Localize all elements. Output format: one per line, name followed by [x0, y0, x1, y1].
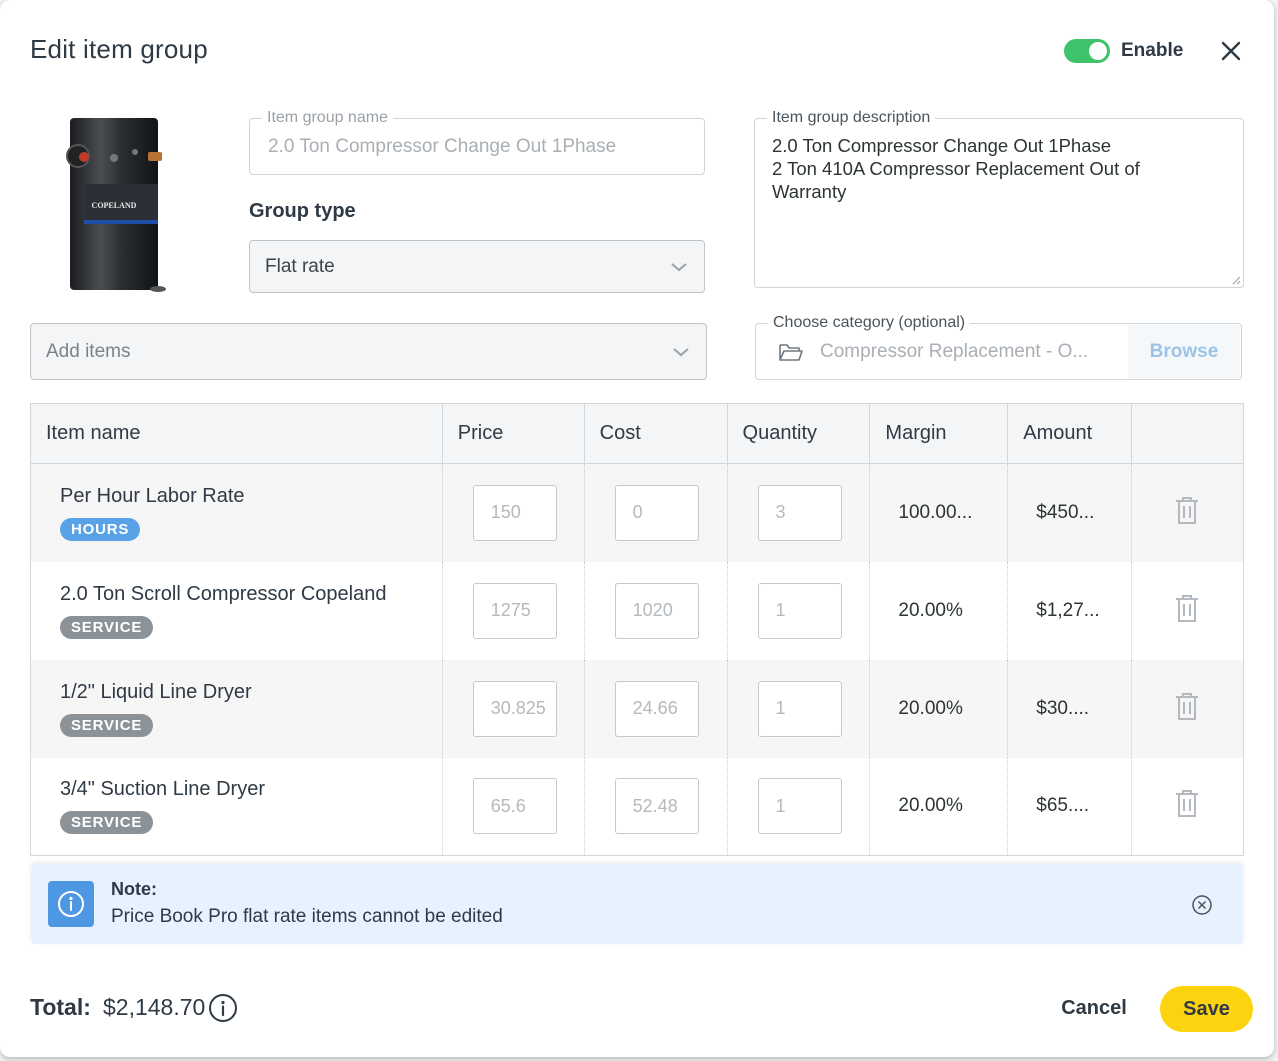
quantity-input[interactable]: 1 [757, 680, 842, 737]
description-line: Warranty [772, 181, 847, 202]
amount-value: $450... [1007, 463, 1133, 562]
table-header-row: Item name Price Cost Quantity Margin Amo… [30, 403, 1244, 464]
column-header-margin: Margin [869, 403, 1009, 464]
note-heading: Note: [111, 879, 157, 899]
cancel-button[interactable]: Cancel [1040, 997, 1148, 1020]
quantity-input[interactable]: 3 [757, 484, 842, 541]
info-icon [58, 891, 84, 917]
price-input[interactable]: 30.825 [472, 680, 557, 737]
browse-button[interactable]: Browse [1128, 325, 1240, 378]
item-name: 3/4" Suction Line Dryer [60, 778, 265, 801]
total-info-icon[interactable] [208, 993, 238, 1023]
group-name-value: 2.0 Ton Compressor Change Out 1Phase [268, 136, 617, 157]
table-row: 2.0 Ton Scroll Compressor Copeland SERVI… [30, 561, 1244, 660]
enable-label: Enable [1121, 40, 1184, 61]
item-name: 1/2" Liquid Line Dryer [60, 680, 252, 703]
close-icon[interactable] [1216, 36, 1246, 66]
amount-value: $65.... [1007, 757, 1133, 856]
amount-value: $30.... [1007, 659, 1133, 758]
group-name-field[interactable]: Item group name 2.0 Ton Compressor Chang… [249, 109, 705, 175]
category-value: Compressor Replacement - O... [820, 341, 1089, 362]
items-table: Item name Price Cost Quantity Margin Amo… [30, 403, 1244, 856]
trash-icon[interactable] [1172, 690, 1202, 722]
description-line: 2 Ton 410A Compressor Replacement Out of [772, 158, 1140, 179]
modal-title: Edit item group [30, 34, 208, 64]
item-name-cell: 3/4" Suction Line Dryer SERVICE [30, 757, 443, 856]
item-name: Per Hour Labor Rate [60, 484, 245, 507]
note-message: Price Book Pro flat rate items cannot be… [111, 906, 503, 927]
total-label: Total: [30, 994, 91, 1020]
item-type-badge: HOURS [60, 517, 141, 541]
toggle-knob [1089, 42, 1107, 60]
amount-value: $1,27... [1007, 561, 1133, 660]
margin-value: 20.00% [869, 561, 1009, 660]
column-header-quantity: Quantity [727, 403, 871, 464]
category-field[interactable]: Choose category (optional) Compressor Re… [755, 314, 1242, 380]
group-name-legend: Item group name [262, 109, 393, 127]
price-input[interactable]: 150 [472, 484, 557, 541]
note-banner: Note: Price Book Pro flat rate items can… [31, 864, 1243, 944]
item-name-cell: 2.0 Ton Scroll Compressor Copeland SERVI… [30, 561, 443, 660]
table-row: 1/2" Liquid Line Dryer SERVICE 30.825 24… [30, 659, 1244, 758]
table-row: 3/4" Suction Line Dryer SERVICE 65.6 52.… [30, 757, 1244, 856]
cost-input[interactable]: 24.66 [614, 680, 699, 737]
trash-icon[interactable] [1172, 494, 1202, 526]
column-header-actions [1131, 403, 1244, 464]
save-button[interactable]: Save [1160, 986, 1253, 1032]
category-legend: Choose category (optional) [768, 314, 971, 332]
item-type-badge: SERVICE [60, 713, 154, 737]
item-name: 2.0 Ton Scroll Compressor Copeland [60, 582, 387, 605]
column-header-price: Price [442, 403, 585, 464]
trash-icon[interactable] [1172, 787, 1202, 819]
column-header-amount: Amount [1007, 403, 1133, 464]
chevron-down-icon [671, 262, 687, 271]
column-header-item-name: Item name [30, 403, 443, 464]
info-badge [48, 881, 94, 927]
description-legend: Item group description [767, 109, 936, 127]
group-type-value: Flat rate [265, 255, 335, 277]
description-line: 2.0 Ton Compressor Change Out 1Phase [772, 135, 1112, 156]
table-row: Per Hour Labor Rate HOURS 150 0 3 100.00… [30, 463, 1244, 562]
price-input[interactable]: 1275 [472, 582, 557, 639]
trash-icon[interactable] [1172, 592, 1202, 624]
resize-handle-icon[interactable] [1231, 275, 1241, 285]
item-name-cell: 1/2" Liquid Line Dryer SERVICE [30, 659, 443, 758]
margin-value: 100.00... [869, 463, 1009, 562]
margin-value: 20.00% [869, 757, 1009, 856]
cost-input[interactable]: 0 [614, 484, 699, 541]
quantity-input[interactable]: 1 [757, 778, 842, 835]
add-items-select[interactable]: Add items [30, 323, 707, 380]
dismiss-note-icon[interactable] [1191, 894, 1213, 916]
margin-value: 20.00% [869, 659, 1009, 758]
item-type-badge: SERVICE [60, 615, 154, 639]
description-text: 2.0 Ton Compressor Change Out 1Phase 2 T… [772, 134, 1222, 203]
item-name-cell: Per Hour Labor Rate HOURS [30, 463, 443, 562]
add-items-placeholder: Add items [46, 340, 131, 362]
group-type-select[interactable]: Flat rate [249, 240, 705, 293]
cost-input[interactable]: 1020 [614, 582, 699, 639]
edit-item-group-modal: Edit item group Enable COPELAND Item gro… [0, 0, 1274, 1057]
price-input[interactable]: 65.6 [472, 778, 557, 835]
total-value: $2,148.70 [103, 994, 206, 1020]
quantity-input[interactable]: 1 [757, 582, 842, 639]
chevron-down-icon [673, 347, 689, 356]
brand-label: COPELAND [92, 201, 137, 210]
product-image: COPELAND [66, 118, 166, 292]
group-type-label: Group type [249, 200, 356, 222]
enable-toggle[interactable] [1064, 39, 1110, 63]
cost-input[interactable]: 52.48 [614, 778, 699, 835]
column-header-cost: Cost [584, 403, 728, 464]
folder-icon [779, 344, 803, 361]
item-type-badge: SERVICE [60, 811, 154, 835]
